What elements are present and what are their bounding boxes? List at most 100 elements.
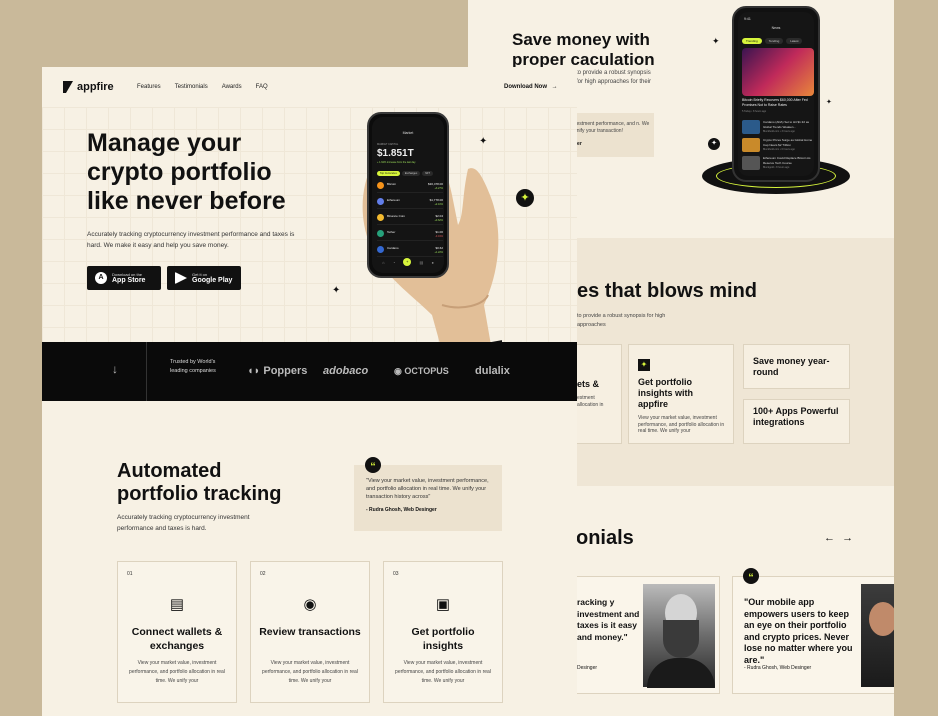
- quote-icon: “: [365, 457, 381, 473]
- google-play-icon: [175, 272, 187, 284]
- logo-text: appfire: [77, 81, 114, 93]
- hero-title: Manage your crypto portfolio like never …: [87, 129, 286, 215]
- arrow-right-icon[interactable]: →: [842, 532, 853, 544]
- trusted-band: ↓ Trusted by World's leading companies ◖…: [42, 342, 577, 401]
- coin-change: +2.10%: [434, 203, 443, 206]
- wallet-icon: ▤: [169, 596, 185, 613]
- feature-card[interactable]: Save money year-round: [743, 344, 850, 389]
- coin-icon: [377, 230, 384, 237]
- testimonial-arrows: ← →: [824, 532, 853, 544]
- coin-value: $0.62: [435, 246, 443, 250]
- feature-card[interactable]: ✦ Get portfolio insights with appfire Vi…: [628, 344, 734, 444]
- step-card-review[interactable]: 02 ◉ Review transactions View your marke…: [250, 561, 370, 703]
- poppers-icon: ◖◗: [247, 365, 261, 377]
- coin-value: $2.04: [435, 214, 443, 218]
- coin-row[interactable]: Ethereum $1,778.00 +2.10%: [377, 195, 443, 209]
- sparkle-icon: ✦: [332, 285, 341, 296]
- back-quote-card: vestment performance, and n. We unify yo…: [570, 113, 654, 157]
- step-number: 02: [260, 571, 266, 577]
- front-page: appfire Features Testimonials Awards FAQ…: [42, 67, 577, 716]
- sparkle-icon: ✦: [712, 36, 720, 46]
- coin-row[interactable]: Cardano $0.62 +1.22%: [377, 243, 443, 257]
- coin-change: -0.01%: [435, 235, 443, 238]
- brand-logo-octopus: ◉ OCTOPUS: [394, 366, 449, 376]
- hero-subtitle: Accurately tracking cryptocurrency inves…: [87, 231, 295, 249]
- quote-card: "View your market value, investment perf…: [354, 465, 502, 531]
- google-play-button[interactable]: Get it on Google Play: [167, 266, 241, 290]
- news-headline[interactable]: Bitcoin Briefly Recovers $60,000 After F…: [742, 98, 814, 108]
- market-cap-change: + 1.62% increase from the last day: [377, 161, 416, 164]
- news-item[interactable]: Cardano (ADA) Set to Hit $1.32 as Global…: [742, 120, 814, 134]
- arrow-left-icon[interactable]: ←: [824, 532, 835, 544]
- chip-top-currencies[interactable]: Top Currencies: [377, 171, 400, 176]
- arrow-down-icon[interactable]: ↓: [112, 362, 118, 376]
- arrow-right-icon: →: [551, 84, 558, 90]
- brand-logo-adobaco: adobaco: [323, 365, 369, 377]
- news-tab[interactable]: Latest: [786, 38, 803, 44]
- coin-icon: [377, 214, 384, 221]
- step-desc: View your market value, investment perfo…: [129, 660, 225, 684]
- apple-app-store-icon: A: [95, 272, 107, 284]
- news-tab[interactable]: Trending: [742, 38, 762, 44]
- coin-row[interactable]: Bitcoin $30,478.00 +3.27%: [377, 179, 443, 193]
- chart-icon[interactable]: ◔: [393, 260, 395, 265]
- download-now-link[interactable]: Download Now →: [504, 84, 558, 90]
- insights-icon: ▣: [435, 596, 451, 613]
- coin-change: +1.22%: [434, 251, 443, 254]
- news-item[interactable]: Crypto Prices Surge as Global Home Cap N…: [742, 138, 814, 152]
- app-store-button[interactable]: A Download on the App Store: [87, 266, 161, 290]
- appfire-logo-icon: [63, 81, 73, 93]
- step-desc: View your market value, investment perfo…: [395, 660, 491, 684]
- back-features-subtitle: to provide a robust synopsis for high ap…: [577, 313, 666, 328]
- sparkle-icon: ✦: [479, 136, 488, 147]
- coin-row[interactable]: Tether $1.00 -0.01%: [377, 227, 443, 241]
- back-hero-title: Save money with proper caculation: [512, 30, 655, 69]
- testimonial-author: - Rudra Ghosh, Web Desinger: [744, 665, 812, 671]
- profile-icon[interactable]: ●: [431, 260, 433, 265]
- chip-exchanges[interactable]: Exchanges: [401, 171, 421, 176]
- testimonial-photo: [861, 584, 894, 687]
- section-subtitle: Accurately tracking cryptocurrency inves…: [117, 514, 250, 532]
- coin-name: Ethereum: [387, 198, 401, 202]
- sparkle-badge-icon: ✦: [708, 138, 720, 150]
- brand-logo-poppers: ◖◗ Poppers: [247, 365, 308, 377]
- step-title: Connect wallets & exchanges: [131, 626, 223, 652]
- nav-item-awards[interactable]: Awards: [222, 84, 242, 90]
- testimonial-card: “ "Our mobile app empowers users to keep…: [732, 568, 894, 694]
- back-features-title: es that blows mind: [577, 280, 758, 302]
- market-phone-mockup: Market MARKET CAPITAL $1.851T + 1.62% in…: [367, 112, 449, 278]
- testimonial-card: racking y investment and taxes is it eas…: [568, 576, 720, 694]
- divider: [146, 342, 147, 401]
- wallet-icon[interactable]: ▤: [420, 260, 424, 265]
- coin-name: Tether: [387, 230, 396, 234]
- testimonial-text: "Our mobile app empowers users to keep a…: [744, 597, 853, 665]
- news-tab[interactable]: Tending: [764, 38, 784, 44]
- coin-change: +0.62%: [434, 219, 443, 222]
- coin-icon: [377, 246, 384, 253]
- logo[interactable]: appfire: [63, 81, 114, 93]
- coin-row[interactable]: Binance Coin $2.04 +0.62%: [377, 211, 443, 225]
- eye-icon: ◉: [303, 596, 317, 613]
- step-desc: View your market value, investment perfo…: [262, 660, 358, 684]
- chip-nft[interactable]: NFT: [422, 171, 434, 176]
- add-icon[interactable]: +: [403, 258, 412, 266]
- coin-value: $1,778.00: [429, 198, 443, 202]
- testimonials-title: onials: [576, 527, 634, 549]
- testimonial-text: racking y investment and taxes is it eas…: [577, 597, 640, 642]
- nav-item-features[interactable]: Features: [137, 84, 161, 90]
- nav-item-testimonials[interactable]: Testimonials: [175, 84, 208, 90]
- step-number: 01: [127, 571, 133, 577]
- phone-time: 9:41: [744, 17, 751, 21]
- coin-value: $30,478.00: [427, 182, 443, 186]
- step-card-connect[interactable]: 01 ▤ Connect wallets & exchanges View yo…: [117, 561, 237, 703]
- feature-card[interactable]: 100+ Apps Powerful integrations: [743, 399, 850, 444]
- news-item[interactable]: Ethereum Could Replace Bitcoin As Reserv…: [742, 156, 814, 170]
- sparkle-badge-icon: ✦: [516, 189, 534, 207]
- step-title: Get portfolio insights: [411, 626, 475, 652]
- home-icon[interactable]: ⌂: [382, 260, 384, 265]
- market-cap-value: $1.851T: [377, 148, 414, 159]
- step-card-insights[interactable]: 03 ▣ Get portfolio insights View your ma…: [383, 561, 503, 703]
- nav-item-faq[interactable]: FAQ: [256, 84, 268, 90]
- news-headline-meta: 5 Today • 8 hours ago: [742, 110, 767, 113]
- coin-name: Cardano: [387, 246, 399, 250]
